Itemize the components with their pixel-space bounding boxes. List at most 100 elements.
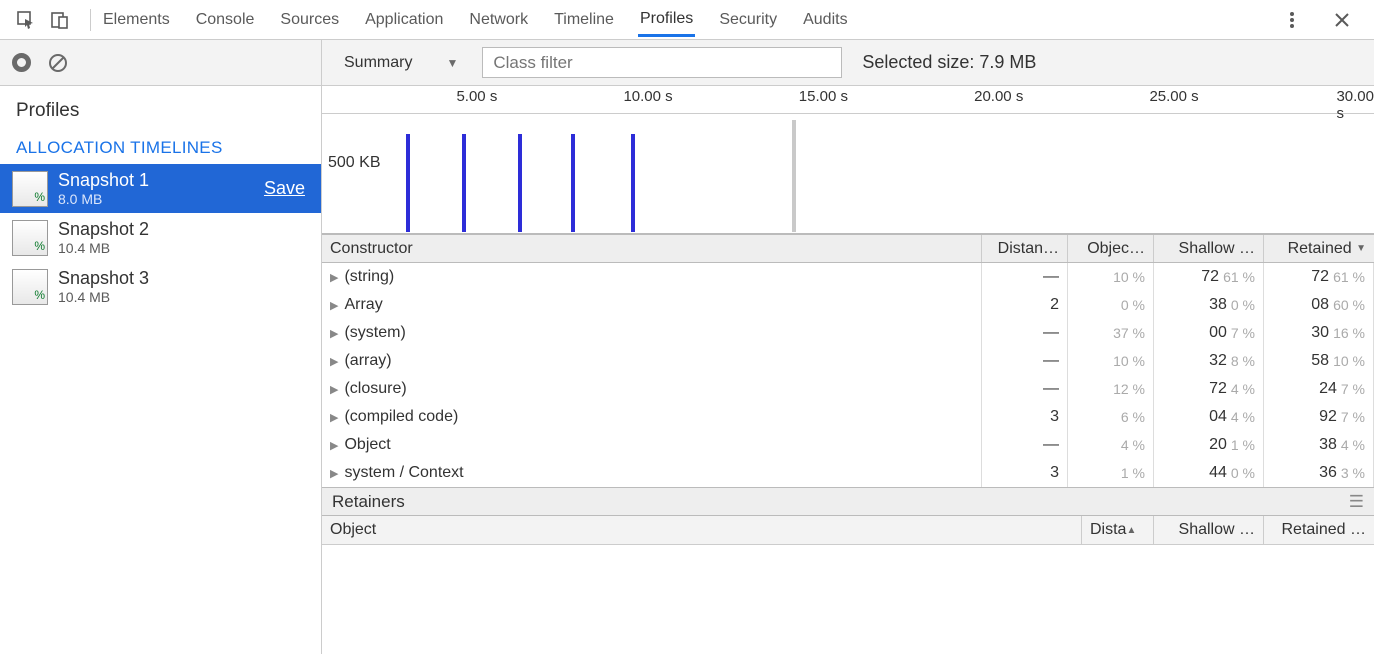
disclosure-triangle-icon[interactable]: ▶: [330, 467, 338, 480]
profile-panel: Summary ▼ Selected size: 7.9 MB 5.00 s 10…: [322, 40, 1374, 654]
disclosure-triangle-icon[interactable]: ▶: [330, 299, 338, 312]
constructor-table-header: Constructor Distan… Objec… Shallow … Ret…: [322, 234, 1374, 263]
cell-shallow: 044 %: [1154, 403, 1264, 431]
chart-tick: 25.00 s: [1149, 88, 1198, 105]
disclosure-triangle-icon[interactable]: ▶: [330, 271, 338, 284]
chart-y-label: 500 KB: [328, 154, 380, 172]
cell-objects: 6 %: [1068, 403, 1154, 431]
col-constructor[interactable]: Constructor: [322, 235, 982, 262]
cell-retained: 5810 %: [1264, 347, 1374, 375]
sidebar-section-label: ALLOCATION TIMELINES: [0, 130, 321, 164]
cell-retained: 384 %: [1264, 431, 1374, 459]
cell-retained: 7261 %: [1264, 263, 1374, 291]
disclosure-triangle-icon[interactable]: ▶: [330, 355, 338, 368]
cell-objects: 4 %: [1068, 431, 1154, 459]
col-object[interactable]: Object: [322, 516, 1082, 544]
chart-tick: 10.00 s: [623, 88, 672, 105]
panel-toolbar: Summary ▼ Selected size: 7.9 MB: [322, 40, 1374, 86]
sidebar-toolbar: [0, 40, 321, 86]
main-split: Profiles ALLOCATION TIMELINES % Snapshot…: [0, 40, 1374, 654]
retainers-table-body: [322, 545, 1374, 654]
cell-shallow: 007 %: [1154, 319, 1264, 347]
chart-bar: [462, 134, 466, 232]
cell-objects: 10 %: [1068, 347, 1154, 375]
tab-application[interactable]: Application: [363, 3, 445, 37]
disclosure-triangle-icon[interactable]: ▶: [330, 327, 338, 340]
devtools-tab-bar: Elements Console Sources Application Net…: [0, 0, 1374, 40]
allocation-timeline-chart[interactable]: 5.00 s10.00 s15.00 s20.00 s25.00 s30.00 …: [322, 86, 1374, 234]
constructor-table-body: ▶(string)—10 %7261 %7261 %▶Array20 %380 …: [322, 263, 1374, 487]
col-retained[interactable]: Retained ▼: [1264, 235, 1374, 262]
save-link[interactable]: Save: [264, 178, 309, 199]
device-toggle-icon[interactable]: [46, 6, 74, 34]
tab-elements[interactable]: Elements: [101, 3, 172, 37]
table-row[interactable]: ▶(array)—10 %328 %5810 %: [322, 347, 1374, 375]
col-shallow[interactable]: Shallow …: [1154, 516, 1264, 544]
col-distance[interactable]: Distan…: [982, 235, 1068, 262]
chart-tick: 5.00 s: [456, 88, 497, 105]
cell-retained: 247 %: [1264, 375, 1374, 403]
retainers-table-header: Object Dista▲ Shallow … Retained …: [322, 516, 1374, 545]
selected-size-label: Selected size: 7.9 MB: [862, 52, 1036, 73]
chart-bar: [792, 120, 796, 232]
tab-network[interactable]: Network: [467, 3, 530, 37]
table-row[interactable]: ▶(closure)—12 %724 %247 %: [322, 375, 1374, 403]
table-row[interactable]: ▶Object—4 %201 %384 %: [322, 431, 1374, 459]
cell-objects: 0 %: [1068, 291, 1154, 319]
record-icon[interactable]: [12, 53, 31, 72]
chart-bar: [571, 134, 575, 232]
snapshot-icon: %: [12, 171, 48, 207]
tab-console[interactable]: Console: [194, 3, 257, 37]
hamburger-icon[interactable]: ☰: [1349, 492, 1364, 512]
table-row[interactable]: ▶system / Context31 %440 %363 %: [322, 459, 1374, 487]
cell-distance: 3: [982, 459, 1068, 487]
cell-shallow: 440 %: [1154, 459, 1264, 487]
cell-distance: —: [982, 319, 1068, 347]
snapshot-item-1[interactable]: % Snapshot 1 8.0 MB Save: [0, 164, 321, 213]
snapshot-item-2[interactable]: % Snapshot 2 10.4 MB: [0, 213, 321, 262]
sidebar-title: Profiles: [0, 86, 321, 130]
snapshot-name: Snapshot 3: [58, 268, 309, 289]
tab-sources[interactable]: Sources: [278, 3, 341, 37]
snapshot-item-3[interactable]: % Snapshot 3 10.4 MB: [0, 262, 321, 311]
table-row[interactable]: ▶(string)—10 %7261 %7261 %: [322, 263, 1374, 291]
constructor-name: (compiled code): [344, 408, 458, 426]
inspect-icon[interactable]: [12, 6, 40, 34]
cell-retained: 363 %: [1264, 459, 1374, 487]
chart-bar: [518, 134, 522, 232]
cell-objects: 10 %: [1068, 263, 1154, 291]
cell-distance: —: [982, 431, 1068, 459]
col-retained[interactable]: Retained …: [1264, 516, 1374, 544]
tab-audits[interactable]: Audits: [801, 3, 849, 37]
col-distance[interactable]: Dista▲: [1082, 516, 1154, 544]
table-row[interactable]: ▶Array20 %380 %0860 %: [322, 291, 1374, 319]
more-icon[interactable]: [1278, 6, 1306, 34]
table-row[interactable]: ▶(compiled code)36 %044 %927 %: [322, 403, 1374, 431]
tab-profiles[interactable]: Profiles: [638, 2, 695, 37]
class-filter-input[interactable]: [482, 47, 842, 78]
chart-bar: [631, 134, 635, 232]
cell-objects: 1 %: [1068, 459, 1154, 487]
view-dropdown[interactable]: Summary ▼: [334, 50, 468, 76]
disclosure-triangle-icon[interactable]: ▶: [330, 439, 338, 452]
cell-distance: —: [982, 375, 1068, 403]
col-objects[interactable]: Objec…: [1068, 235, 1154, 262]
cell-shallow: 201 %: [1154, 431, 1264, 459]
constructor-name: (array): [344, 352, 391, 370]
tab-security[interactable]: Security: [717, 3, 779, 37]
profiles-sidebar: Profiles ALLOCATION TIMELINES % Snapshot…: [0, 40, 322, 654]
table-row[interactable]: ▶(system)—37 %007 %3016 %: [322, 319, 1374, 347]
disclosure-triangle-icon[interactable]: ▶: [330, 383, 338, 396]
cell-distance: 3: [982, 403, 1068, 431]
disclosure-triangle-icon[interactable]: ▶: [330, 411, 338, 424]
constructor-name: (system): [344, 324, 405, 342]
cell-objects: 37 %: [1068, 319, 1154, 347]
col-shallow[interactable]: Shallow …: [1154, 235, 1264, 262]
tab-timeline[interactable]: Timeline: [552, 3, 616, 37]
chevron-down-icon: ▼: [446, 56, 458, 70]
clear-icon[interactable]: [47, 52, 69, 74]
close-icon[interactable]: [1328, 6, 1356, 34]
cell-distance: —: [982, 263, 1068, 291]
main-tabs: Elements Console Sources Application Net…: [101, 2, 1278, 37]
cell-objects: 12 %: [1068, 375, 1154, 403]
